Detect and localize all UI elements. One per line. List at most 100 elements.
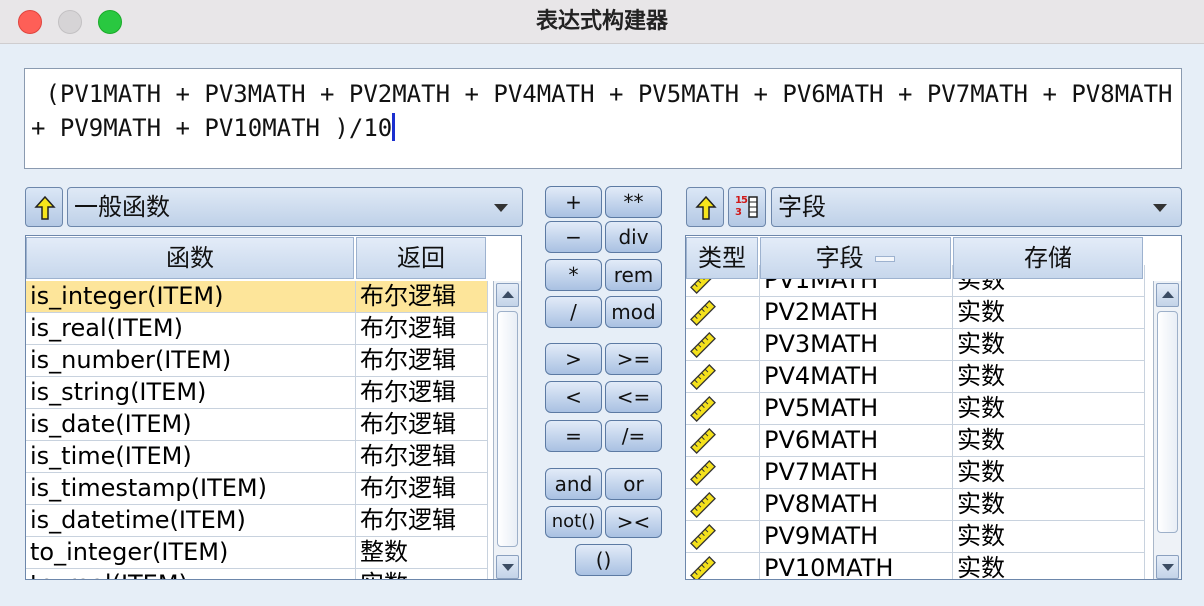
expression-editor[interactable]: (PV1MATH + PV3MATH + PV2MATH + PV4MATH +… (24, 68, 1182, 169)
not-equal-button[interactable]: /= (605, 420, 662, 452)
column-header-return[interactable]: 返回 (356, 237, 486, 279)
ruler-icon (690, 364, 716, 390)
field-type-cell (686, 393, 760, 424)
function-name: is_time(ITEM) (26, 441, 356, 472)
field-row[interactable]: PV3MATH 实数 (686, 329, 1145, 361)
scrollbar-thumb[interactable] (497, 311, 518, 547)
less-equal-button[interactable]: <= (605, 381, 662, 413)
scroll-up-button[interactable] (1156, 283, 1179, 307)
arrow-up-icon (34, 195, 56, 220)
fields-scrollbar[interactable] (1153, 281, 1181, 579)
scroll-down-button[interactable] (1156, 555, 1179, 579)
chevron-down-icon (1153, 204, 1167, 212)
scroll-up-button[interactable] (496, 283, 519, 307)
functions-up-button[interactable] (25, 187, 63, 227)
function-row[interactable]: to_real(ITEM)实数 (26, 569, 488, 579)
divide-button[interactable]: / (545, 296, 602, 328)
ruler-icon (690, 332, 716, 358)
function-row[interactable]: is_string(ITEM) 布尔逻辑 (26, 377, 488, 409)
field-name: PV10MATH (760, 553, 953, 579)
field-type-cell (686, 553, 760, 579)
field-name: PV6MATH (760, 425, 953, 456)
div-button[interactable]: div (605, 221, 662, 253)
sort-indicator-icon (875, 256, 896, 262)
function-return-type: 布尔逻辑 (356, 409, 488, 440)
column-header-field-cover: 字段 (760, 237, 951, 279)
column-header-function[interactable]: 函数 (26, 237, 354, 279)
function-row[interactable]: is_datetime(ITEM) 布尔逻辑 (26, 505, 488, 537)
scroll-down-button[interactable] (496, 555, 519, 579)
field-name: PV2MATH (760, 297, 953, 328)
fields-up-button[interactable] (686, 187, 724, 227)
field-name: PV5MATH (760, 393, 953, 424)
greater-equal-button[interactable]: >= (605, 343, 662, 375)
mod-button[interactable]: mod (605, 296, 662, 328)
field-type-cell (686, 425, 760, 456)
function-row[interactable]: is_date(ITEM) 布尔逻辑 (26, 409, 488, 441)
field-row[interactable]: PV4MATH 实数 (686, 361, 1145, 393)
field-storage: 实数 (953, 361, 1145, 392)
ruler-icon (690, 524, 716, 550)
field-row[interactable]: PV8MATH 实数 (686, 489, 1145, 521)
field-row[interactable]: PV10MATH 实数 (686, 553, 1145, 579)
arrow-up-small-icon (502, 291, 514, 298)
fields-table-header-overlay: 类型 字段 存储 (686, 236, 1145, 280)
and-button[interactable]: and (545, 468, 602, 500)
function-row[interactable]: is_timestamp(ITEM) 布尔逻辑 (26, 473, 488, 505)
functions-scrollbar[interactable] (493, 281, 521, 579)
svg-text:5: 5 (741, 195, 748, 206)
field-row[interactable]: PV7MATH 实数 (686, 457, 1145, 489)
power-button[interactable]: ** (605, 186, 662, 218)
ruler-icon (690, 460, 716, 486)
field-type-cell (686, 489, 760, 520)
field-storage: 实数 (953, 553, 1145, 579)
minus-button[interactable]: − (545, 221, 602, 253)
greater-than-button[interactable]: > (545, 343, 602, 375)
fields-rows: PV1MATH 实数 PV2MATH 实数 PV3MATH 实数 PV4MATH 实数 PV5M… (686, 265, 1145, 579)
equals-button[interactable]: = (545, 420, 602, 452)
window-title: 表达式构建器 (535, 9, 668, 34)
plus-button[interactable]: + (545, 186, 602, 218)
function-name: to_real(ITEM) (26, 569, 356, 579)
sort-order-button[interactable]: 1 5 3 (728, 187, 766, 227)
field-name: PV4MATH (760, 361, 953, 392)
function-row[interactable]: is_integer(ITEM) 布尔逻辑 (26, 281, 488, 313)
function-row[interactable]: is_number(ITEM) 布尔逻辑 (26, 345, 488, 377)
field-row[interactable]: PV5MATH 实数 (686, 393, 1145, 425)
neq-alt-button[interactable]: >< (605, 506, 662, 538)
column-header-field-cover-label: 字段 (815, 244, 864, 272)
chevron-down-icon (494, 204, 508, 212)
scrollbar-thumb[interactable] (1157, 311, 1178, 533)
function-name: to_integer(ITEM) (26, 537, 356, 568)
arrow-up-small-icon (1162, 291, 1174, 298)
field-category-select[interactable]: 字段 (771, 187, 1182, 227)
field-storage: 实数 (953, 521, 1145, 552)
sort-numeric-icon: 1 5 3 (735, 195, 758, 218)
field-row[interactable]: PV9MATH 实数 (686, 521, 1145, 553)
field-name: PV8MATH (760, 489, 953, 520)
field-storage: 实数 (953, 329, 1145, 360)
field-type-cell (686, 361, 760, 392)
function-name: is_datetime(ITEM) (26, 505, 356, 536)
field-category-value: 字段 (778, 193, 826, 221)
function-return-type: 布尔逻辑 (356, 377, 488, 408)
function-return-type: 布尔逻辑 (356, 345, 488, 376)
function-row[interactable]: to_integer(ITEM) 整数 (26, 537, 488, 569)
function-name: is_date(ITEM) (26, 409, 356, 440)
not-button[interactable]: not() (545, 506, 602, 538)
arrow-down-small-icon (1162, 564, 1174, 571)
field-row[interactable]: PV2MATH 实数 (686, 297, 1145, 329)
function-return-type: 布尔逻辑 (356, 313, 488, 344)
or-button[interactable]: or (605, 468, 662, 500)
title-bar: 表达式构建器 (0, 0, 1204, 44)
function-row[interactable]: is_time(ITEM) 布尔逻辑 (26, 441, 488, 473)
less-than-button[interactable]: < (545, 381, 602, 413)
function-row[interactable]: is_real(ITEM) 布尔逻辑 (26, 313, 488, 345)
rem-button[interactable]: rem (605, 259, 662, 291)
multiply-button[interactable]: * (545, 259, 602, 291)
field-storage: 实数 (953, 489, 1145, 520)
field-row[interactable]: PV6MATH 实数 (686, 425, 1145, 457)
function-category-select[interactable]: 一般函数 (67, 187, 523, 227)
parentheses-button[interactable]: () (575, 544, 632, 576)
function-return-type: 布尔逻辑 (356, 281, 488, 312)
